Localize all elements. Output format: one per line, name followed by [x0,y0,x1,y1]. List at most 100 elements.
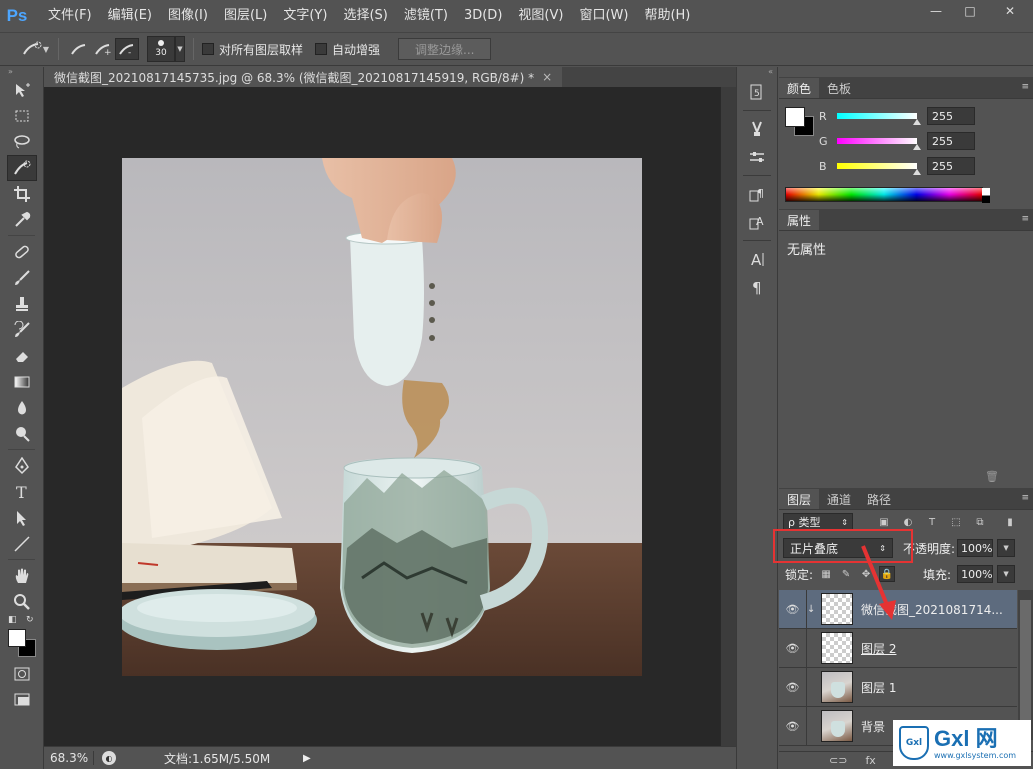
adjustments-icon[interactable] [743,144,771,170]
tab-color[interactable]: 颜色 [779,78,820,98]
document-image[interactable] [122,158,642,676]
blue-slider[interactable] [837,163,921,175]
brush-tool-icon[interactable] [7,265,37,291]
new-selection-icon[interactable] [67,38,91,60]
menu-item[interactable]: 选择(S) [335,0,395,32]
path-selection-tool-icon[interactable] [7,505,37,531]
layer-name[interactable]: 图层 1 [861,679,896,696]
menu-item[interactable]: 3D(D) [456,0,510,32]
shape-filter-icon[interactable]: ⬚ [947,513,965,531]
brush-size-picker[interactable]: 30 [147,36,175,62]
filter-toggle-icon[interactable]: ▮ [1001,513,1019,531]
checkbox-box[interactable] [315,43,328,55]
character-panel-icon[interactable]: A [743,246,771,272]
checkbox-box[interactable] [202,43,214,55]
status-menu-arrow-icon[interactable]: ▶ [303,753,311,764]
menu-item[interactable]: 文件(F) [40,0,100,32]
clone-stamp-tool-icon[interactable] [7,291,37,317]
smart-object-filter-icon[interactable]: ⧉ [971,513,989,531]
fx-icon[interactable]: fx [865,754,875,767]
info-icon[interactable]: ◐ [102,751,116,765]
eyedropper-tool-icon[interactable] [7,207,37,233]
default-colors-icon[interactable]: ◧ [8,615,17,625]
history-brush-tool-icon[interactable] [7,317,37,343]
paragraph-styles-icon[interactable]: ¶ [743,181,771,207]
tool-preset-picker[interactable]: ▼ [20,38,50,60]
menu-item[interactable]: 图像(I) [160,0,216,32]
visibility-eye-icon[interactable]: 👁 [779,628,807,668]
menu-item[interactable]: 视图(V) [510,0,571,32]
tab-channels[interactable]: 通道 [819,489,859,509]
tool-presets-icon[interactable] [743,116,771,142]
hand-tool-icon[interactable] [7,563,37,589]
add-to-selection-icon[interactable]: + [91,38,115,60]
lasso-tool-icon[interactable] [7,129,37,155]
foreground-color-swatch[interactable] [785,107,805,127]
chevron-down-icon[interactable]: ▼ [997,565,1016,583]
layers-scrollbar[interactable] [1018,590,1033,740]
fill-input[interactable]: 100% [957,565,994,583]
visibility-eye-icon[interactable]: 👁 [779,667,807,707]
chevron-down-icon[interactable]: ▼ [175,36,185,62]
visibility-eye-icon[interactable]: 👁 [779,706,807,746]
tab-paths[interactable]: 路径 [859,489,899,509]
green-slider[interactable] [837,138,921,150]
panel-menu-icon[interactable]: ≡ [1021,214,1029,224]
menu-item[interactable]: 文字(Y) [275,0,335,32]
slider-thumb-icon[interactable] [913,169,921,175]
slider-thumb-icon[interactable] [913,119,921,125]
lock-image-pixels-icon[interactable]: ✎ [839,567,853,581]
gradient-tool-icon[interactable] [7,369,37,395]
link-layers-icon[interactable]: ⊂⊃ [829,754,847,767]
menu-item[interactable]: 滤镜(T) [396,0,456,32]
blur-tool-icon[interactable] [7,395,37,421]
document-tab[interactable]: 微信截图_20210817145735.jpg @ 68.3% (微信截图_20… [44,67,563,87]
type-tool-icon[interactable]: T [7,479,37,505]
menu-item[interactable]: 图层(L) [216,0,275,32]
trash-icon[interactable]: 🗑 [985,470,999,483]
layer-thumbnail[interactable] [821,671,853,703]
quick-selection-tool-icon[interactable] [7,155,37,181]
close-tab-icon[interactable]: × [542,70,552,84]
scrollbar-thumb[interactable] [1020,600,1031,720]
pen-tool-icon[interactable] [7,453,37,479]
move-tool-icon[interactable] [7,77,37,103]
eraser-tool-icon[interactable] [7,343,37,369]
menu-item[interactable]: 编辑(E) [100,0,160,32]
close-button[interactable]: ✕ [987,0,1033,22]
layer-row[interactable]: 👁 图层 2 [779,628,1017,668]
red-slider[interactable] [837,113,921,125]
panel-menu-icon[interactable]: ≡ [1021,82,1029,92]
lock-transparent-pixels-icon[interactable]: ▦ [819,567,833,581]
layer-name[interactable]: 图层 2 [861,640,896,657]
color-spectrum[interactable] [785,187,990,203]
layer-name[interactable]: 背景 [861,718,885,735]
green-value-input[interactable]: 255 [927,132,975,150]
minimize-button[interactable]: — [919,0,953,22]
screen-mode-icon[interactable] [7,687,37,713]
crop-tool-icon[interactable] [7,181,37,207]
zoom-tool-icon[interactable] [7,589,37,615]
panel-grip[interactable]: » [0,67,43,77]
character-styles-icon[interactable]: A [743,209,771,235]
auto-enhance-checkbox[interactable]: 自动增强 [315,41,380,58]
visibility-eye-icon[interactable]: 👁 [779,589,807,629]
zoom-level[interactable]: 68.3% [44,751,94,765]
tab-swatches[interactable]: 色板 [819,78,859,98]
blue-value-input[interactable]: 255 [927,157,975,175]
panel-menu-icon[interactable]: ≡ [1021,493,1029,503]
marquee-tool-icon[interactable] [7,103,37,129]
opacity-input[interactable]: 100% [957,539,994,557]
subtract-from-selection-icon[interactable]: - [115,38,139,60]
panel-grip[interactable]: « [737,67,777,77]
menu-item[interactable]: 窗口(W) [571,0,636,32]
layer-thumbnail[interactable] [821,632,853,664]
menu-item[interactable]: 帮助(H) [636,0,698,32]
dodge-tool-icon[interactable] [7,421,37,447]
vertical-scrollbar[interactable] [720,87,736,746]
paragraph-panel-icon[interactable]: ¶ [743,274,771,300]
line-tool-icon[interactable] [7,531,37,557]
maximize-button[interactable]: □ [953,0,987,22]
foreground-color-swatch[interactable] [8,629,26,647]
red-value-input[interactable]: 255 [927,107,975,125]
